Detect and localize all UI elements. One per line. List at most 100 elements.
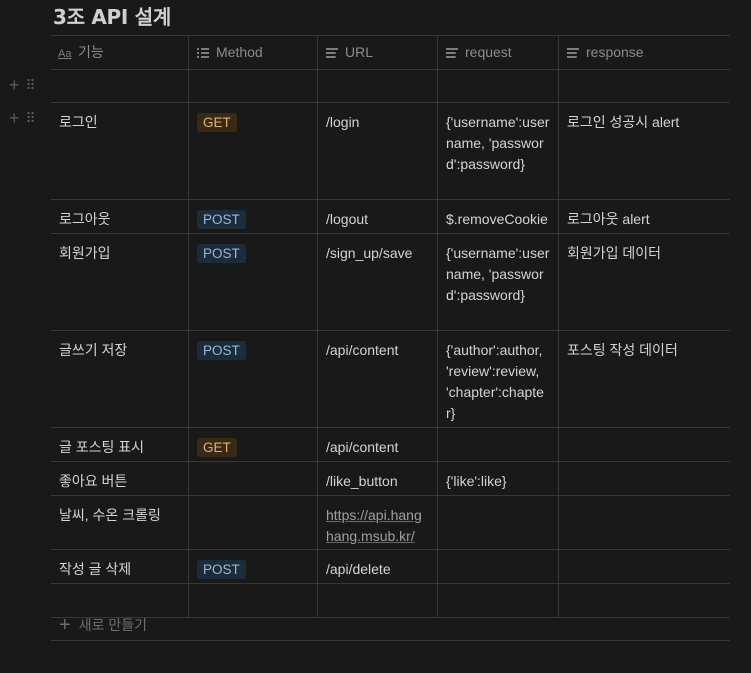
cell-url[interactable]: /api/delete [318, 550, 438, 583]
table-row[interactable]: 로그아웃 POST/logout $.removeCookie 로그아웃 alert [51, 200, 730, 234]
table-header: 기능 Method URL request response [51, 36, 730, 70]
cell-request[interactable] [438, 70, 559, 102]
column-header-method[interactable]: Method [189, 36, 318, 69]
cell-request[interactable]: {'username':username, 'password':passwor… [438, 234, 559, 330]
column-header-feature[interactable]: 기능 [51, 36, 189, 69]
cell-method[interactable] [189, 496, 318, 549]
table-row[interactable]: 글 포스팅 표시 GET/api/content [51, 428, 730, 462]
table-row[interactable]: 작성 글 삭제 POST/api/delete [51, 550, 730, 584]
new-row-label: 새로 만들기 [78, 616, 147, 633]
method-tag: GET [197, 113, 237, 132]
cell-url[interactable]: /api/content [318, 428, 438, 461]
drag-handle-icon[interactable]: ⠿ [26, 76, 36, 94]
method-tag: POST [197, 210, 246, 229]
cell-url[interactable]: /like_button [318, 462, 438, 495]
column-header-response[interactable]: response [559, 36, 730, 69]
cell-method[interactable]: POST [189, 234, 318, 330]
cell-feature[interactable]: 좋아요 버튼 [51, 462, 189, 495]
cell-method[interactable] [189, 462, 318, 495]
drag-handle-icon[interactable]: ⠿ [26, 109, 36, 127]
column-label: URL [345, 44, 374, 60]
table-row[interactable]: 좋아요 버튼/like_button {'like':like} [51, 462, 730, 496]
table-row[interactable]: 회원가입 POST/sign_up/save {'username':usernam… [51, 234, 730, 331]
cell-method[interactable]: POST [189, 550, 318, 583]
method-tag: GET [197, 438, 237, 457]
response-text: 로그인 성공시 alert [567, 114, 680, 130]
cell-response[interactable] [559, 550, 730, 583]
add-row-icon[interactable]: + [9, 109, 20, 127]
cell-request[interactable] [438, 428, 559, 461]
response-text: 회원가입 데이터 [567, 245, 662, 261]
cell-request[interactable]: {'username':username, 'password':passwor… [438, 103, 559, 199]
url-text: /api/delete [326, 561, 391, 577]
cell-response[interactable]: 회원가입 데이터 [559, 234, 730, 330]
cell-method[interactable] [189, 70, 318, 102]
column-label: response [586, 44, 644, 60]
cell-url[interactable]: /api/content [318, 331, 438, 427]
row-handle[interactable]: + ⠿ [9, 76, 36, 94]
url-link[interactable]: https://api.hanghang.msub.kr/ [326, 507, 422, 544]
request-text: {'username':username, 'password':passwor… [446, 245, 550, 303]
feature-text: 좋아요 버튼 [59, 473, 128, 489]
cell-response[interactable] [559, 462, 730, 495]
feature-text: 회원가입 [59, 245, 111, 261]
cell-method[interactable]: POST [189, 200, 318, 233]
cell-feature[interactable]: 글 포스팅 표시 [51, 428, 189, 461]
method-tag: POST [197, 560, 246, 579]
cell-url[interactable]: /logout [318, 200, 438, 233]
request-text: {'like':like} [446, 473, 507, 489]
cell-response[interactable]: 로그아웃 alert [559, 200, 730, 233]
cell-feature[interactable]: 로그인 [51, 103, 189, 199]
method-tag: POST [197, 341, 246, 360]
cell-response[interactable] [559, 70, 730, 102]
row-handle[interactable]: + ⠿ [9, 109, 36, 127]
cell-feature[interactable] [51, 70, 189, 102]
table-row[interactable]: 글쓰기 저장 POST/api/content {'author':author, … [51, 331, 730, 428]
column-header-url[interactable]: URL [318, 36, 438, 69]
table-row[interactable]: + ⠿ [9, 70, 730, 103]
add-row-icon[interactable]: + [9, 76, 20, 94]
text-property-icon [326, 47, 339, 59]
cell-url[interactable] [318, 70, 438, 102]
text-property-icon [446, 47, 459, 59]
database-table: 기능 Method URL request response +⠿+⠿로그인GE… [9, 35, 730, 618]
cell-request[interactable]: {'like':like} [438, 462, 559, 495]
cell-url[interactable]: /sign_up/save [318, 234, 438, 330]
column-label: 기능 [78, 44, 104, 60]
cell-feature[interactable]: 회원가입 [51, 234, 189, 330]
request-text: $.removeCookie [446, 211, 548, 227]
column-header-request[interactable]: request [438, 36, 559, 69]
cell-feature[interactable]: 날씨, 수온 크롤링 [51, 496, 189, 549]
response-text: 포스팅 작성 데이터 [567, 342, 678, 358]
plus-icon: + [59, 613, 71, 636]
title-property-icon [58, 44, 72, 65]
cell-response[interactable] [559, 496, 730, 549]
text-property-icon [567, 47, 580, 59]
cell-response[interactable]: 포스팅 작성 데이터 [559, 331, 730, 427]
url-text: /like_button [326, 473, 398, 489]
cell-response[interactable] [559, 428, 730, 461]
feature-text: 날씨, 수온 크롤링 [59, 507, 161, 523]
cell-feature[interactable]: 글쓰기 저장 [51, 331, 189, 427]
cell-request[interactable] [438, 496, 559, 549]
column-label: Method [216, 44, 263, 60]
new-row-button[interactable]: + 새로 만들기 [51, 609, 730, 641]
feature-text: 로그아웃 [59, 211, 111, 227]
cell-method[interactable]: GET [189, 103, 318, 199]
table-row[interactable]: 날씨, 수온 크롤링 https://api.hanghang.msub.kr/ [51, 496, 730, 550]
cell-response[interactable]: 로그인 성공시 alert [559, 103, 730, 199]
cell-request[interactable] [438, 550, 559, 583]
cell-request[interactable]: {'author':author, 'review':review, 'chap… [438, 331, 559, 427]
cell-method[interactable]: GET [189, 428, 318, 461]
cell-feature[interactable]: 작성 글 삭제 [51, 550, 189, 583]
cell-method[interactable]: POST [189, 331, 318, 427]
table-row[interactable]: + ⠿ 로그인 GET/login {'username':username, 'pas… [9, 103, 730, 200]
url-text: /api/content [326, 342, 399, 358]
cell-url[interactable]: /login [318, 103, 438, 199]
column-label: request [465, 44, 512, 60]
cell-feature[interactable]: 로그아웃 [51, 200, 189, 233]
cell-request[interactable]: $.removeCookie [438, 200, 559, 233]
method-tag: POST [197, 244, 246, 263]
request-text: {'username':username, 'password':passwor… [446, 114, 550, 172]
cell-url[interactable]: https://api.hanghang.msub.kr/ [318, 496, 438, 549]
